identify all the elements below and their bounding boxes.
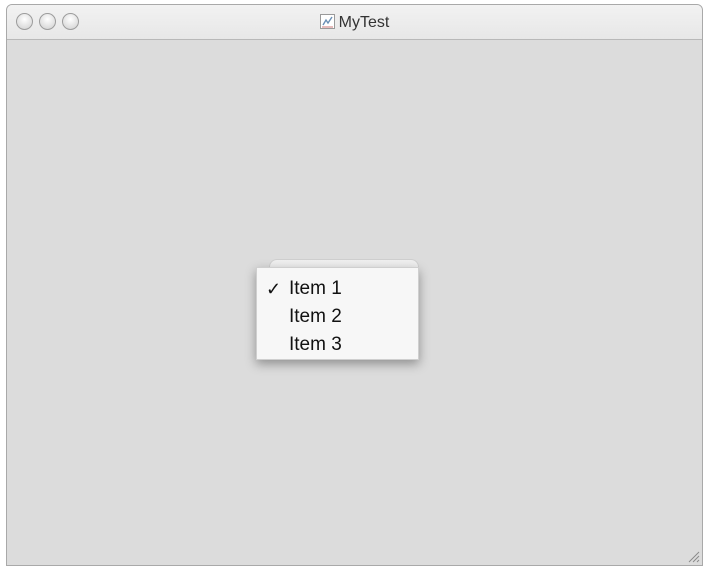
resize-grip-icon[interactable] [686, 549, 700, 563]
menu-item-label: Item 3 [289, 334, 342, 355]
menu-item-item-1[interactable]: ✓ Item 1 [257, 275, 418, 303]
checkmark-icon: ✓ [266, 279, 282, 299]
menu-item-label: Item 2 [289, 306, 342, 327]
window-title-text: MyTest [338, 14, 390, 31]
app-window: MyTest ✓ Item 1 Item 2 Item 3 [6, 4, 703, 566]
title-bar[interactable]: MyTest [7, 5, 702, 40]
menu-item-item-3[interactable]: Item 3 [257, 331, 418, 359]
menu-item-label: Item 1 [289, 278, 342, 299]
menu-item-item-2[interactable]: Item 2 [257, 303, 418, 331]
window-title: MyTest [7, 14, 702, 32]
java-app-icon [319, 14, 335, 29]
combo-popup-menu: ✓ Item 1 Item 2 Item 3 [256, 267, 419, 360]
